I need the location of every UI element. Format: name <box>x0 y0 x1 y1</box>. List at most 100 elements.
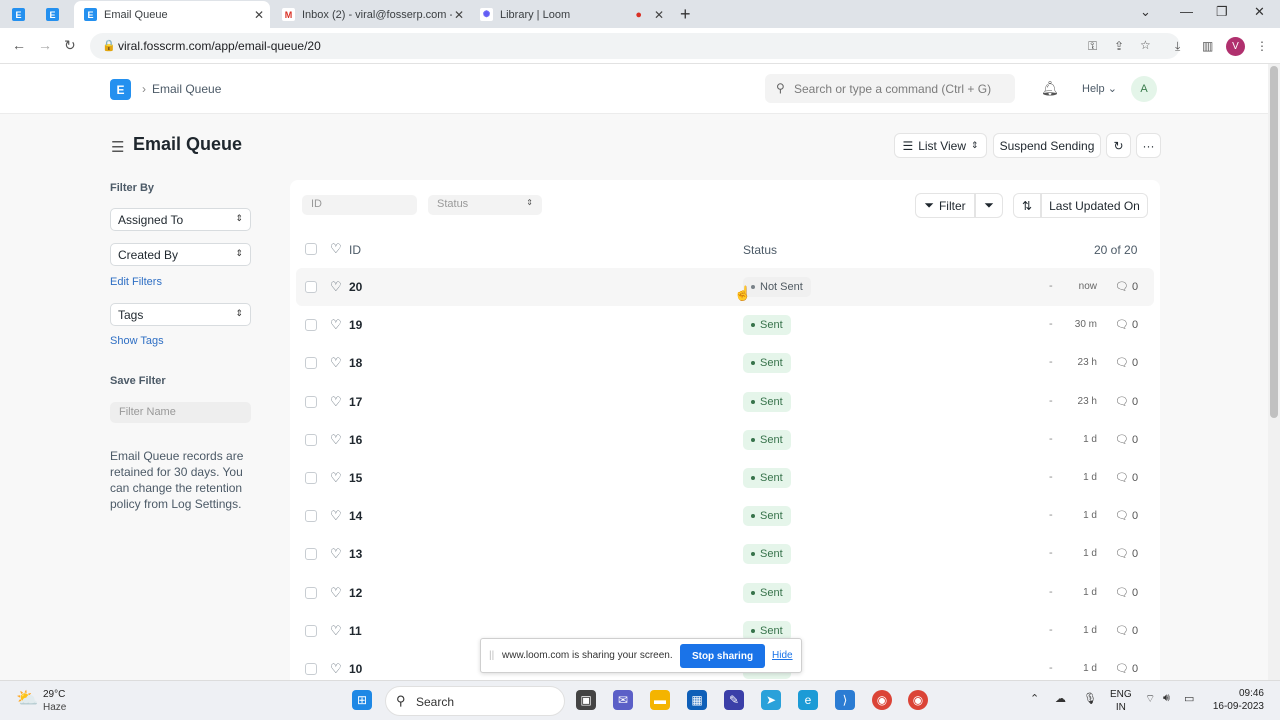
comment-count[interactable]: 🗨︎ 0 <box>1115 280 1138 293</box>
weather-haze-icon[interactable]: ⛅ <box>16 688 38 709</box>
tab-loom[interactable]: ✺ Library | Loom ● ✕ <box>474 1 670 28</box>
comment-count[interactable]: 🗨︎ 0 <box>1115 471 1138 484</box>
forward-icon[interactable]: → <box>38 37 52 53</box>
comment-count[interactable]: 🗨︎ 0 <box>1115 433 1138 446</box>
comment-count[interactable]: 🗨︎ 0 <box>1115 547 1138 560</box>
tab-inbox[interactable]: M Inbox (2) - viral@fosserp.com - F ✕ <box>274 1 470 28</box>
microphone-icon[interactable]: 🎙︎ <box>1083 692 1097 705</box>
status-filter-select[interactable]: Status ⇕ <box>428 195 542 215</box>
volume-icon[interactable]: 🔊︎ <box>1163 692 1170 705</box>
sort-order-button[interactable]: ⇅ <box>1013 193 1041 218</box>
row-checkbox[interactable] <box>305 548 317 560</box>
row-checkbox[interactable] <box>305 396 317 408</box>
like-heart-icon[interactable]: ♡ <box>330 546 342 562</box>
notification-bell-icon[interactable]: 🔔︎ <box>1041 80 1059 97</box>
row-id-link[interactable]: 10 <box>349 662 362 676</box>
row-id-link[interactable]: 15 <box>349 471 362 485</box>
download-icon[interactable]: ⤓ <box>1175 39 1180 54</box>
row-id-link[interactable]: 16 <box>349 433 362 447</box>
like-heart-icon[interactable]: ♡ <box>330 623 342 639</box>
like-heart-icon[interactable]: ♡ <box>330 470 342 486</box>
like-heart-icon[interactable]: ♡ <box>330 661 342 677</box>
sidebar-toggle-icon[interactable]: ☰ <box>111 138 124 156</box>
show-hidden-icons-icon[interactable]: ⌃ <box>1030 692 1039 705</box>
suspend-sending-button[interactable]: Suspend Sending <box>993 133 1101 158</box>
stop-sharing-button[interactable]: Stop sharing <box>680 644 765 668</box>
close-icon[interactable]: ✕ <box>254 8 264 22</box>
like-heart-icon[interactable]: ♡ <box>330 394 342 410</box>
share-icon[interactable]: ⇪ <box>1114 39 1124 53</box>
comment-count[interactable]: 🗨︎ 0 <box>1115 395 1138 408</box>
like-filter-heart-icon[interactable]: ♡ <box>330 241 342 257</box>
tags-select[interactable]: Tags ⇕ <box>110 303 251 326</box>
close-icon[interactable]: ✕ <box>654 8 664 22</box>
drag-handle-icon[interactable]: || <box>489 650 494 661</box>
row-checkbox[interactable] <box>305 663 317 675</box>
edge-browser-icon[interactable]: e <box>798 690 818 710</box>
side-panel-icon[interactable]: ▥ <box>1202 39 1213 53</box>
refresh-button[interactable]: ↻ <box>1106 133 1131 158</box>
like-heart-icon[interactable]: ♡ <box>330 508 342 524</box>
comment-count[interactable]: 🗨︎ 0 <box>1115 318 1138 331</box>
row-id-link[interactable]: 11 <box>349 624 362 638</box>
row-id-link[interactable]: 17 <box>349 395 362 409</box>
scrollbar-thumb[interactable] <box>1270 66 1278 418</box>
comment-count[interactable]: 🗨︎ 0 <box>1115 509 1138 522</box>
row-checkbox[interactable] <box>305 319 317 331</box>
id-filter-input[interactable]: ID <box>302 195 417 215</box>
file-explorer-icon[interactable]: ▬ <box>650 690 670 710</box>
bookmark-star-icon[interactable]: ☆ <box>1140 38 1151 52</box>
edit-filters-link[interactable]: Edit Filters <box>110 276 162 288</box>
list-view-button[interactable]: ☰ List View ⇕ <box>894 133 987 158</box>
chrome-icon[interactable]: ◉ <box>908 690 928 710</box>
help-dropdown[interactable]: Help ⌄ <box>1082 82 1117 95</box>
row-checkbox[interactable] <box>305 510 317 522</box>
row-id-link[interactable]: 18 <box>349 356 362 370</box>
profile-avatar[interactable]: V <box>1226 37 1245 56</box>
comment-count[interactable]: 🗨︎ 0 <box>1115 586 1138 599</box>
row-checkbox[interactable] <box>305 625 317 637</box>
clear-filter-button[interactable]: ⏷ <box>975 193 1003 218</box>
reload-icon[interactable]: ↻ <box>64 37 76 54</box>
site-info-icon[interactable]: 🔒 <box>102 39 116 52</box>
filter-name-input[interactable]: Filter Name <box>110 402 251 423</box>
task-view-icon[interactable]: ▣ <box>576 690 596 710</box>
row-id-link[interactable]: 13 <box>349 547 362 561</box>
awesomebar-search[interactable]: ⚲ Search or type a command (Ctrl + G) <box>765 74 1015 103</box>
microsoft-store-icon[interactable]: ▦ <box>687 690 707 710</box>
like-heart-icon[interactable]: ♡ <box>330 279 342 295</box>
like-heart-icon[interactable]: ♡ <box>330 355 342 371</box>
comment-count[interactable]: 🗨︎ 0 <box>1115 624 1138 637</box>
like-heart-icon[interactable]: ♡ <box>330 585 342 601</box>
row-id-link[interactable]: 14 <box>349 509 362 523</box>
key-icon[interactable]: ⚿ <box>1088 39 1097 54</box>
sort-by-button[interactable]: Last Updated On <box>1041 193 1148 218</box>
battery-icon[interactable]: ▭ <box>1184 692 1194 705</box>
comment-count[interactable]: 🗨︎ 0 <box>1115 662 1138 675</box>
row-checkbox[interactable] <box>305 281 317 293</box>
select-all-checkbox[interactable] <box>305 243 317 255</box>
tab-pinned-1[interactable]: E <box>12 1 38 28</box>
system-clock[interactable]: 09:46 16-09-2023 <box>1212 687 1264 713</box>
row-checkbox[interactable] <box>305 587 317 599</box>
back-icon[interactable]: ← <box>12 37 26 53</box>
new-tab-icon[interactable]: + <box>680 4 691 25</box>
chrome-profile-icon[interactable]: ◉ <box>872 690 892 710</box>
windows-start-icon[interactable]: ⊞ <box>352 690 372 710</box>
breadcrumb[interactable]: › Email Queue <box>142 82 221 96</box>
power-automate-icon[interactable]: ✎ <box>724 690 744 710</box>
window-close-icon[interactable]: ✕ <box>1254 4 1265 20</box>
row-checkbox[interactable] <box>305 357 317 369</box>
tab-search-icon[interactable]: ⌄ <box>1140 4 1151 20</box>
row-checkbox[interactable] <box>305 434 317 446</box>
minimize-icon[interactable]: — <box>1180 4 1193 19</box>
like-heart-icon[interactable]: ♡ <box>330 432 342 448</box>
telegram-icon[interactable]: ➤ <box>761 690 781 710</box>
close-icon[interactable]: ✕ <box>454 8 464 22</box>
address-bar[interactable]: 🔒 viral.fosscrm.com/app/email-queue/20 ⚿… <box>90 33 1180 59</box>
comment-count[interactable]: 🗨︎ 0 <box>1115 356 1138 369</box>
input-language[interactable]: ENG IN <box>1110 688 1132 714</box>
taskbar-search[interactable]: ⚲ Search <box>385 686 565 716</box>
maximize-icon[interactable]: ❐ <box>1216 4 1228 20</box>
row-checkbox[interactable] <box>305 472 317 484</box>
